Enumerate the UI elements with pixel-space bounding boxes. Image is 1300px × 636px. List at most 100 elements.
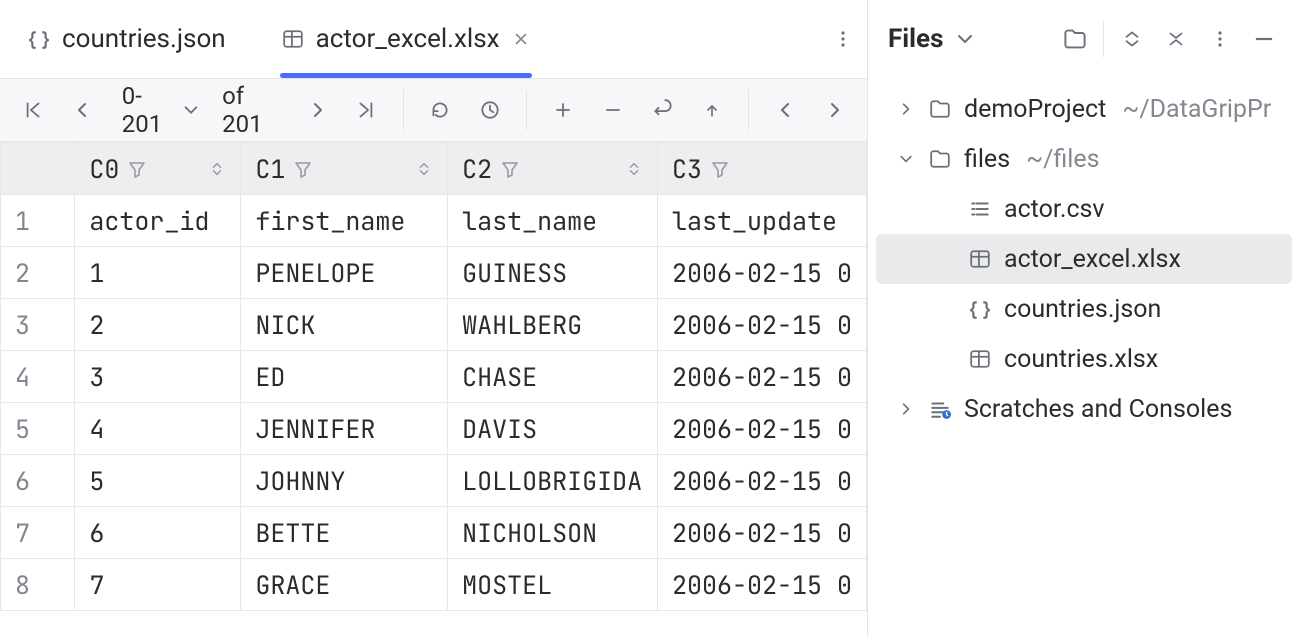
row-number[interactable]: 7 — [1, 507, 75, 559]
filter-icon[interactable] — [127, 159, 147, 179]
expand-all-button[interactable] — [1116, 23, 1148, 55]
data-grid[interactable]: C0 C1 C2C3 1actor_idfirst_namelast_namelas… — [0, 142, 867, 636]
cell[interactable]: CHASE — [448, 351, 658, 403]
cell[interactable]: 2006-02-15 0 — [657, 299, 866, 351]
cell[interactable]: DAVIS — [448, 403, 658, 455]
scratches-icon — [926, 398, 954, 420]
table-row[interactable]: 43EDCHASE2006-02-15 0 — [1, 351, 867, 403]
column-header[interactable]: C2 — [448, 143, 658, 195]
next-page-button[interactable] — [304, 94, 332, 126]
filter-icon[interactable] — [293, 159, 313, 179]
tab-actor-excel[interactable]: actor_excel.xlsx — [254, 0, 558, 78]
cell[interactable]: 6 — [75, 507, 241, 559]
cell[interactable]: 7 — [75, 559, 241, 611]
column-header[interactable]: C0 — [75, 143, 241, 195]
cell[interactable]: NICHOLSON — [448, 507, 658, 559]
tab-countries-json[interactable]: countries.json — [0, 0, 254, 78]
tree-node[interactable]: countries.xlsx — [868, 334, 1300, 384]
tabs-more-button[interactable] — [819, 0, 867, 78]
open-folder-button[interactable] — [1059, 23, 1091, 55]
cell[interactable]: actor_id — [75, 195, 241, 247]
cell[interactable]: GRACE — [241, 559, 448, 611]
chevron-down-icon[interactable] — [896, 151, 916, 167]
panel-options-button[interactable] — [1204, 23, 1236, 55]
tree-node[interactable]: files~/files — [868, 134, 1300, 184]
prev-diff-button[interactable] — [771, 94, 799, 126]
cell[interactable]: 2 — [75, 299, 241, 351]
column-header[interactable]: C1 — [241, 143, 448, 195]
page-range[interactable]: 0-201 — [118, 80, 200, 140]
cell[interactable]: 2006-02-15 0 — [657, 559, 866, 611]
hide-panel-button[interactable] — [1248, 23, 1280, 55]
chevron-down-icon[interactable] — [955, 29, 975, 49]
cell[interactable]: 3 — [75, 351, 241, 403]
row-number[interactable]: 8 — [1, 559, 75, 611]
cell[interactable]: 2006-02-15 0 — [657, 507, 866, 559]
close-icon[interactable] — [512, 30, 530, 48]
table-row[interactable]: 65JOHNNYLOLLOBRIGIDA2006-02-15 0 — [1, 455, 867, 507]
table-row[interactable]: 76BETTENICHOLSON2006-02-15 0 — [1, 507, 867, 559]
sort-icon[interactable] — [208, 160, 226, 178]
filter-icon[interactable] — [500, 159, 520, 179]
cell[interactable]: last_name — [448, 195, 658, 247]
cell[interactable]: GUINESS — [448, 247, 658, 299]
row-number[interactable]: 1 — [1, 195, 75, 247]
cell[interactable]: last_update — [657, 195, 866, 247]
folder-icon — [926, 98, 954, 120]
first-page-button[interactable] — [18, 94, 46, 126]
cell[interactable]: 2006-02-15 0 — [657, 455, 866, 507]
add-row-button[interactable] — [549, 94, 577, 126]
column-header[interactable]: C3 — [657, 143, 866, 195]
cell[interactable]: WAHLBERG — [448, 299, 658, 351]
cell[interactable]: 5 — [75, 455, 241, 507]
next-diff-button[interactable] — [821, 94, 849, 126]
row-number[interactable]: 5 — [1, 403, 75, 455]
cell[interactable]: 4 — [75, 403, 241, 455]
cell[interactable]: PENELOPE — [241, 247, 448, 299]
tree-node[interactable]: actor_excel.xlsx — [876, 234, 1292, 284]
revert-button[interactable] — [649, 94, 677, 126]
files-tree[interactable]: demoProject~/DataGripPrfiles~/filesactor… — [868, 78, 1300, 440]
cell[interactable]: BETTE — [241, 507, 448, 559]
last-page-button[interactable] — [354, 94, 382, 126]
sort-icon[interactable] — [415, 160, 433, 178]
row-number[interactable]: 4 — [1, 351, 75, 403]
table-row[interactable]: 32NICKWAHLBERG2006-02-15 0 — [1, 299, 867, 351]
cell[interactable]: MOSTEL — [448, 559, 658, 611]
table-row[interactable]: 1actor_idfirst_namelast_namelast_update — [1, 195, 867, 247]
row-number[interactable]: 2 — [1, 247, 75, 299]
filter-icon[interactable] — [710, 159, 730, 179]
prev-page-button[interactable] — [68, 94, 96, 126]
reload-button[interactable] — [426, 94, 454, 126]
cell[interactable]: JOHNNY — [241, 455, 448, 507]
table-icon — [966, 248, 994, 270]
row-number[interactable]: 6 — [1, 455, 75, 507]
cell[interactable]: 2006-02-15 0 — [657, 247, 866, 299]
history-button[interactable] — [476, 94, 504, 126]
table-row[interactable]: 21PENELOPEGUINESS2006-02-15 0 — [1, 247, 867, 299]
column-name: C1 — [255, 152, 285, 186]
tree-node[interactable]: demoProject~/DataGripPr — [868, 84, 1300, 134]
chevron-right-icon[interactable] — [896, 401, 916, 417]
tab-label: countries.json — [62, 24, 226, 54]
cell[interactable]: 2006-02-15 0 — [657, 403, 866, 455]
tree-node[interactable]: countries.json — [868, 284, 1300, 334]
commit-button[interactable] — [698, 94, 726, 126]
corner-cell[interactable] — [1, 143, 75, 195]
cell[interactable]: 2006-02-15 0 — [657, 351, 866, 403]
sort-icon[interactable] — [625, 160, 643, 178]
table-row[interactable]: 54JENNIFERDAVIS2006-02-15 0 — [1, 403, 867, 455]
cell[interactable]: 1 — [75, 247, 241, 299]
chevron-right-icon[interactable] — [896, 101, 916, 117]
table-row[interactable]: 87GRACEMOSTEL2006-02-15 0 — [1, 559, 867, 611]
cell[interactable]: ED — [241, 351, 448, 403]
cell[interactable]: NICK — [241, 299, 448, 351]
tree-node[interactable]: actor.csv — [868, 184, 1300, 234]
collapse-all-button[interactable] — [1160, 23, 1192, 55]
cell[interactable]: first_name — [241, 195, 448, 247]
tree-node[interactable]: Scratches and Consoles — [868, 384, 1300, 434]
cell[interactable]: JENNIFER — [241, 403, 448, 455]
cell[interactable]: LOLLOBRIGIDA — [448, 455, 658, 507]
row-number[interactable]: 3 — [1, 299, 75, 351]
delete-row-button[interactable] — [599, 94, 627, 126]
